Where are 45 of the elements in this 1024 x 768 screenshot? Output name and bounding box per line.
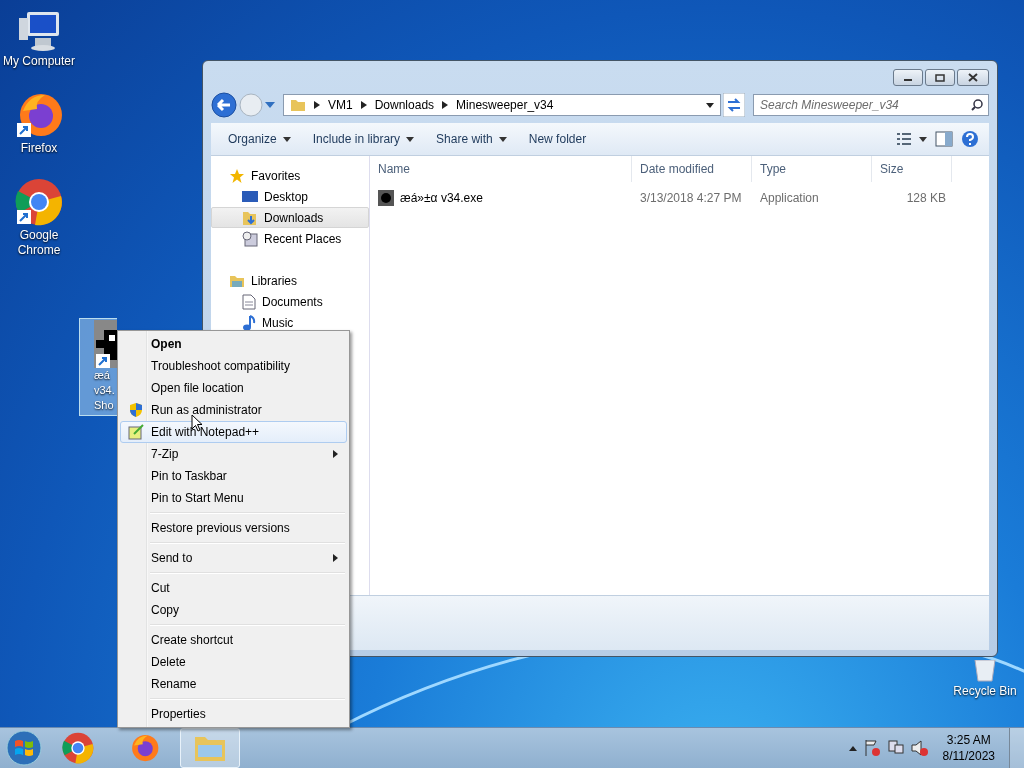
address-bar[interactable]: VM1 Downloads Minesweeper_v34: [283, 94, 721, 116]
desktop-icon-label[interactable]: My Computer: [0, 54, 78, 69]
breadcrumb[interactable]: Minesweeper_v34: [456, 98, 554, 112]
nav-group[interactable]: Favorites: [211, 165, 369, 186]
search-field[interactable]: Search Minesweeper_v34: [753, 94, 989, 116]
menu-item[interactable]: Open file location: [120, 377, 347, 399]
clock[interactable]: 3:25 AM 8/11/2023: [934, 732, 1003, 764]
desktop-icon-label[interactable]: Recycle Bin: [946, 684, 1024, 699]
toolbar-button[interactable]: Share with: [429, 128, 514, 150]
menu-item[interactable]: Copy: [120, 599, 347, 621]
column-header[interactable]: Size: [872, 156, 952, 182]
toolbar-button[interactable]: Organize: [221, 128, 298, 150]
shortcut-label: æá: [94, 368, 110, 383]
menu-item[interactable]: Delete: [120, 651, 347, 673]
menu-item[interactable]: Open: [120, 333, 347, 355]
breadcrumb[interactable]: VM1: [328, 98, 353, 112]
column-header[interactable]: Date modified: [632, 156, 752, 182]
nav-item[interactable]: Desktop: [211, 186, 369, 207]
toolbar-button[interactable]: Include in library: [305, 128, 422, 150]
toolbar-button[interactable]: New folder: [521, 128, 594, 150]
file-row[interactable]: æá»±α v34.exe 3/13/2018 4:27 PM Application 128 KB: [370, 186, 989, 210]
nav-item[interactable]: Recent Places: [211, 228, 369, 249]
nav-item[interactable]: Documents: [211, 291, 369, 312]
menu-item[interactable]: Pin to Start Menu: [120, 487, 347, 509]
desktop-icon-label[interactable]: Firefox: [0, 141, 78, 156]
nav-item[interactable]: Downloads: [211, 207, 369, 228]
menu-item[interactable]: Cut: [120, 577, 347, 599]
desktop-icon-label[interactable]: Google Chrome: [0, 228, 78, 258]
menu-item[interactable]: Send to: [120, 547, 347, 569]
menu-item[interactable]: Rename: [120, 673, 347, 695]
menu-item[interactable]: Troubleshoot compatibility: [120, 355, 347, 377]
menu-item[interactable]: Run as administrator: [120, 399, 347, 421]
shortcut-label: Sho: [94, 398, 114, 413]
menu-item[interactable]: Restore previous versions: [120, 517, 347, 539]
column-header[interactable]: Name: [370, 156, 632, 182]
menu-item[interactable]: Create shortcut: [120, 629, 347, 651]
nav-item[interactable]: Music: [211, 312, 369, 333]
menu-item[interactable]: 7-Zip: [120, 443, 347, 465]
shortcut-label: v34.: [94, 383, 115, 398]
nav-group[interactable]: Libraries: [211, 270, 369, 291]
menu-item[interactable]: Edit with Notepad++: [120, 421, 347, 443]
breadcrumb[interactable]: Downloads: [374, 98, 435, 112]
menu-item[interactable]: Properties: [120, 703, 347, 725]
menu-item[interactable]: Pin to Taskbar: [120, 465, 347, 487]
column-header[interactable]: Type: [752, 156, 872, 182]
